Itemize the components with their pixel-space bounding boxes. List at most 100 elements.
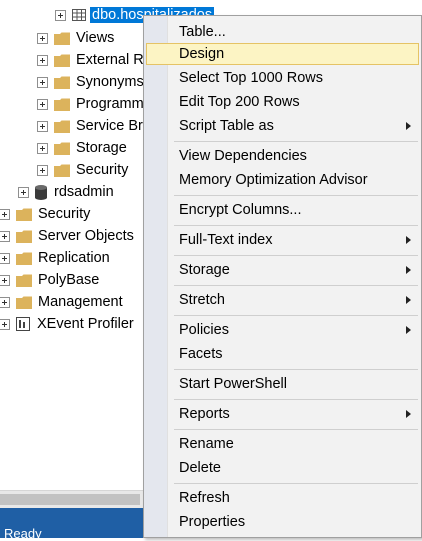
tree-node-polybase[interactable]: PolyBase <box>0 270 99 290</box>
menu-item-label: Rename <box>179 436 234 452</box>
tree-node-service-broker[interactable]: Service Bro <box>37 116 151 136</box>
menu-item-label: Delete <box>179 460 221 476</box>
menu-separator <box>174 429 418 430</box>
menu-item-facets[interactable]: Facets <box>146 343 419 365</box>
expand-icon[interactable] <box>37 32 48 44</box>
menu-item-full-text-index[interactable]: Full-Text index <box>146 229 419 251</box>
menu-item-label: Design <box>179 46 225 62</box>
menu-item-label: View Dependencies <box>179 148 307 164</box>
tree-node-label[interactable]: Programm <box>76 96 144 112</box>
menu-item-reports[interactable]: Reports <box>146 403 419 425</box>
menu-item-label: Facets <box>179 346 223 362</box>
submenu-arrow-icon <box>406 410 411 418</box>
menu-item-storage[interactable]: Storage <box>146 259 419 281</box>
tree-node-label[interactable]: Management <box>38 294 123 310</box>
menu-item-encrypt-columns[interactable]: Encrypt Columns... <box>146 199 419 221</box>
tree-node-label[interactable]: Views <box>76 30 114 46</box>
expand-icon[interactable] <box>37 54 48 66</box>
context-menu: Table... Design Select Top 1000 Rows Edi… <box>143 15 422 538</box>
menu-separator <box>174 195 418 196</box>
expand-icon[interactable] <box>0 230 10 242</box>
folder-icon <box>54 142 70 155</box>
tree-node-views[interactable]: Views <box>37 28 114 48</box>
tree-node-external-resources[interactable]: External Re <box>37 50 152 70</box>
tree-node-label[interactable]: rdsadmin <box>54 184 114 200</box>
menu-item-delete[interactable]: Delete <box>146 457 419 479</box>
menu-item-table[interactable]: Table... <box>146 21 419 43</box>
folder-icon <box>16 208 32 221</box>
tree-node-label[interactable]: XEvent Profiler <box>37 316 134 332</box>
menu-item-view-dependencies[interactable]: View Dependencies <box>146 145 419 167</box>
menu-item-refresh[interactable]: Refresh <box>146 487 419 509</box>
expand-icon[interactable] <box>0 274 10 286</box>
tree-node-synonyms[interactable]: Synonyms <box>37 72 144 92</box>
tree-node-xevent-profiler[interactable]: XEvent Profiler <box>0 314 134 334</box>
tree-node-label[interactable]: Replication <box>38 250 110 266</box>
menu-item-edit-top-200[interactable]: Edit Top 200 Rows <box>146 91 419 113</box>
menu-item-label: Edit Top 200 Rows <box>179 94 300 110</box>
folder-icon <box>54 76 70 89</box>
menu-item-stretch[interactable]: Stretch <box>146 289 419 311</box>
folder-icon <box>54 54 70 67</box>
menu-item-memory-optimization-advisor[interactable]: Memory Optimization Advisor <box>146 169 419 191</box>
tree-node-database[interactable]: rdsadmin <box>18 182 114 202</box>
menu-separator <box>174 255 418 256</box>
database-icon <box>35 184 47 200</box>
expand-icon[interactable] <box>37 98 48 110</box>
expand-icon[interactable] <box>0 296 10 308</box>
expand-icon[interactable] <box>37 120 48 132</box>
folder-icon <box>16 252 32 265</box>
folder-icon <box>54 98 70 111</box>
menu-item-start-powershell[interactable]: Start PowerShell <box>146 373 419 395</box>
tree-node-security[interactable]: Security <box>0 204 90 224</box>
tree-node-label[interactable]: Server Objects <box>38 228 134 244</box>
expand-icon[interactable] <box>18 186 29 198</box>
tree-node-server-objects[interactable]: Server Objects <box>0 226 134 246</box>
menu-item-label: Start PowerShell <box>179 376 287 392</box>
expand-icon[interactable] <box>37 164 48 176</box>
menu-item-label: Memory Optimization Advisor <box>179 172 368 188</box>
tree-node-label[interactable]: Security <box>76 162 128 178</box>
scrollbar-thumb[interactable] <box>0 494 140 505</box>
menu-item-properties[interactable]: Properties <box>146 511 419 533</box>
tree-node-label[interactable]: External Re <box>76 52 152 68</box>
status-text: Ready <box>4 526 42 541</box>
menu-item-label: Script Table as <box>179 118 274 134</box>
expand-icon[interactable] <box>0 208 10 220</box>
tree-node-management[interactable]: Management <box>0 292 123 312</box>
menu-item-label: Table... <box>179 24 226 40</box>
menu-item-rename[interactable]: Rename <box>146 433 419 455</box>
menu-item-label: Encrypt Columns... <box>179 202 302 218</box>
submenu-arrow-icon <box>406 296 411 304</box>
tree-node-label[interactable]: Service Bro <box>76 118 151 134</box>
menu-separator <box>174 141 418 142</box>
tree-node-label[interactable]: Storage <box>76 140 127 156</box>
expand-icon[interactable] <box>0 252 10 264</box>
tree-node-label[interactable]: Security <box>38 206 90 222</box>
menu-item-script-table-as[interactable]: Script Table as <box>146 115 419 137</box>
tree-node-replication[interactable]: Replication <box>0 248 110 268</box>
tree-node-storage[interactable]: Storage <box>37 138 127 158</box>
expand-icon[interactable] <box>55 9 66 21</box>
tree-node-label[interactable]: Synonyms <box>76 74 144 90</box>
menu-item-label: Full-Text index <box>179 232 273 248</box>
menu-separator <box>174 315 418 316</box>
submenu-arrow-icon <box>406 122 411 130</box>
menu-separator <box>174 285 418 286</box>
expand-icon[interactable] <box>37 142 48 154</box>
profiler-icon <box>16 317 30 331</box>
folder-icon <box>54 120 70 133</box>
menu-item-select-top-1000[interactable]: Select Top 1000 Rows <box>146 67 419 89</box>
tree-node-label[interactable]: PolyBase <box>38 272 99 288</box>
folder-icon <box>54 164 70 177</box>
menu-item-policies[interactable]: Policies <box>146 319 419 341</box>
expand-icon[interactable] <box>0 318 10 330</box>
tree-node-programmability[interactable]: Programm <box>37 94 144 114</box>
menu-item-label: Select Top 1000 Rows <box>179 70 324 86</box>
expand-icon[interactable] <box>37 76 48 88</box>
folder-icon <box>54 32 70 45</box>
submenu-arrow-icon <box>406 326 411 334</box>
menu-item-label: Policies <box>179 322 229 338</box>
menu-item-design[interactable]: Design <box>146 43 419 65</box>
tree-node-db-security[interactable]: Security <box>37 160 128 180</box>
